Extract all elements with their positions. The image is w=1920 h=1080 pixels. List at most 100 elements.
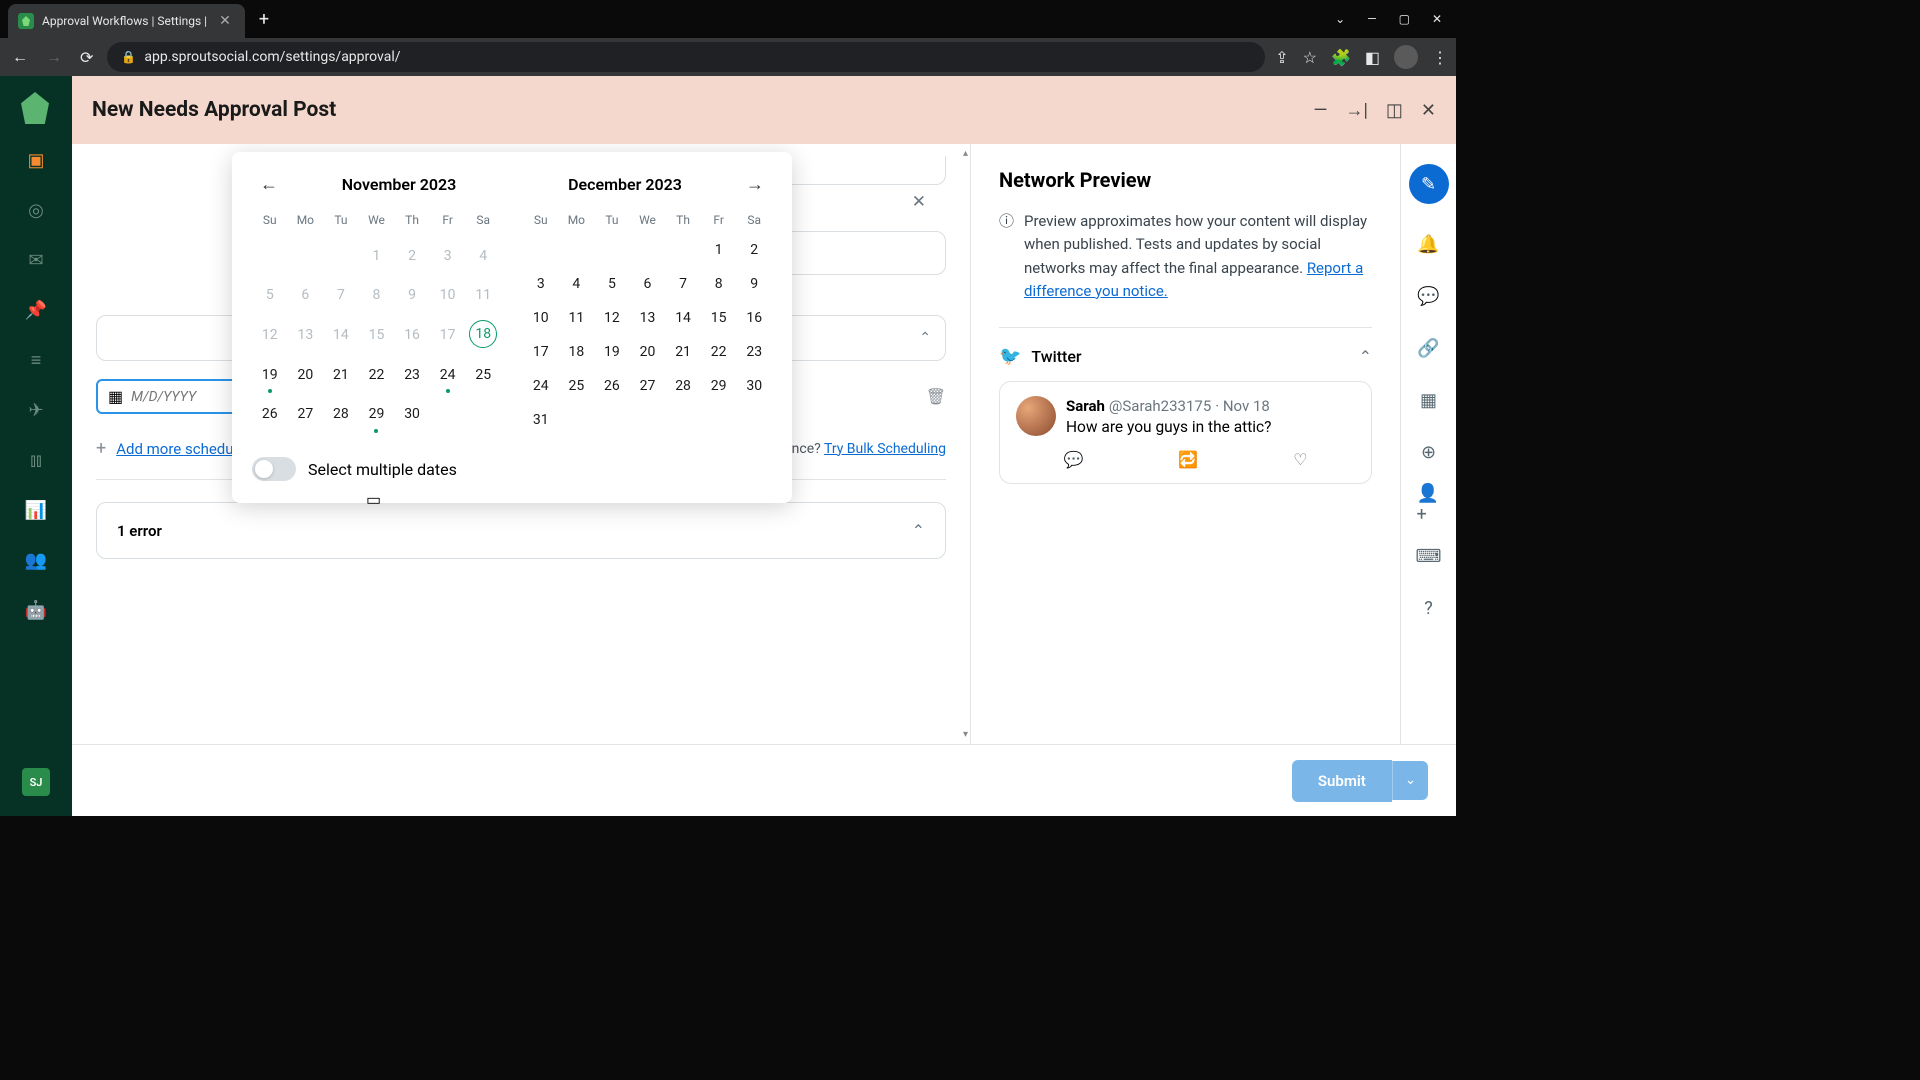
calendar-day[interactable]: 7 [665,269,701,299]
calendar-day[interactable]: 30 [736,371,772,401]
nav-analytics-icon[interactable]: ⫾⫾ [24,448,48,472]
calendar-day[interactable]: 9 [394,280,430,316]
close-icon[interactable]: ✕ [912,192,926,212]
calendar-day[interactable]: 5 [252,280,288,316]
chevron-down-icon[interactable]: ⌄ [1335,12,1345,26]
calendar-day[interactable]: 30 [394,399,430,435]
calendar-day[interactable]: 13 [288,320,324,356]
calendar-day[interactable]: 28 [323,399,359,435]
like-icon[interactable]: ♡ [1293,450,1307,469]
calendar-day[interactable]: 24 [430,360,466,396]
calendar-day[interactable]: 23 [736,337,772,367]
calendar-day[interactable]: 20 [288,360,324,396]
calendar-day[interactable]: 25 [465,360,501,396]
help-icon[interactable]: ? [1417,596,1441,620]
calendar-day[interactable]: 6 [630,269,666,299]
grid-icon[interactable]: ▦ [1417,388,1441,412]
close-panel-icon[interactable]: ✕ [1421,100,1436,121]
calendar-day[interactable]: 2 [394,241,430,277]
nav-bot-icon[interactable]: 🤖 [24,598,48,622]
keyboard-icon[interactable]: ⌨ [1417,544,1441,568]
compose-fab-button[interactable]: ✎ [1409,164,1449,204]
minimize-panel-icon[interactable]: — [1313,100,1327,121]
calendar-day[interactable]: 14 [323,320,359,356]
calendar-day[interactable]: 2 [736,235,772,265]
calendar-day[interactable]: 31 [523,405,559,435]
nav-reports-icon[interactable]: 📊 [24,498,48,522]
nav-people-icon[interactable]: 👥 [24,548,48,572]
calendar-day[interactable]: 29 [701,371,737,401]
calendar-day[interactable]: 21 [323,360,359,396]
calendar-day[interactable]: 15 [701,303,737,333]
url-bar[interactable]: 🔒 app.sproutsocial.com/settings/approval… [107,42,1265,72]
calendar-day[interactable]: 20 [630,337,666,367]
calendar-day[interactable]: 8 [359,280,395,316]
calendar-day[interactable]: 11 [559,303,595,333]
calendar-day[interactable]: 1 [359,241,395,277]
calendar-day[interactable]: 26 [594,371,630,401]
calendar-day[interactable]: 12 [252,320,288,356]
side-panel-icon[interactable]: ◧ [1365,48,1380,67]
multi-date-toggle[interactable] [252,457,296,481]
browser-tab[interactable]: Approval Workflows | Settings | ✕ [8,4,245,38]
maximize-icon[interactable]: ▢ [1399,12,1410,26]
calendar-day[interactable]: 19 [252,360,288,396]
calendar-day[interactable]: 12 [594,303,630,333]
calendar-day[interactable]: 22 [359,360,395,396]
calendar-day[interactable]: 18 [559,337,595,367]
extensions-icon[interactable]: 🧩 [1331,48,1351,67]
prev-month-button[interactable]: ← [252,170,286,199]
calendar-day[interactable]: 27 [288,399,324,435]
trash-icon[interactable]: 🗑 [926,387,946,406]
calendar-day[interactable]: 28 [665,371,701,401]
calendar-day[interactable]: 29 [359,399,395,435]
reload-button[interactable]: ⟳ [76,44,97,71]
submit-button[interactable]: Submit [1292,760,1392,802]
scroll-up-icon[interactable]: ▴ [963,148,968,159]
calendar-day[interactable]: 4 [559,269,595,299]
calendar-day[interactable]: 25 [559,371,595,401]
calendar-day[interactable]: 10 [523,303,559,333]
calendar-day[interactable]: 14 [665,303,701,333]
calendar-day[interactable]: 17 [430,320,466,356]
bulk-scheduling-link[interactable]: Try Bulk Scheduling [824,441,946,457]
next-month-button[interactable]: → [738,170,772,199]
browser-menu-icon[interactable]: ⋮ [1432,48,1448,67]
bookmark-icon[interactable]: ☆ [1303,48,1317,67]
bell-icon[interactable]: 🔔 [1417,232,1441,256]
calendar-day[interactable]: 17 [523,337,559,367]
calendar-day[interactable]: 3 [430,241,466,277]
add-item-icon[interactable]: ⊕ [1417,440,1441,464]
new-tab-button[interactable]: + [259,9,269,30]
profile-avatar-icon[interactable] [1394,45,1418,69]
forward-button[interactable]: → [42,43,66,71]
calendar-day[interactable]: 27 [630,371,666,401]
calendar-day[interactable]: 24 [523,371,559,401]
calendar-day[interactable]: 3 [523,269,559,299]
close-window-icon[interactable]: ✕ [1432,12,1442,26]
calendar-day[interactable]: 21 [665,337,701,367]
submit-dropdown-button[interactable]: ⌄ [1392,761,1428,800]
calendar-day[interactable]: 16 [394,320,430,356]
link-icon[interactable]: 🔗 [1417,336,1441,360]
calendar-day[interactable]: 1 [701,235,737,265]
calendar-day[interactable]: 5 [594,269,630,299]
calendar-day[interactable]: 19 [594,337,630,367]
calendar-day[interactable]: 8 [701,269,737,299]
calendar-day[interactable]: 7 [323,280,359,316]
share-icon[interactable]: ⇪ [1275,48,1288,67]
nav-compass-icon[interactable]: ◎ [24,198,48,222]
scroll-down-icon[interactable]: ▾ [963,729,968,740]
nav-feeds-icon[interactable]: ▣ [24,148,48,172]
chevron-up-icon[interactable]: ⌃ [919,330,931,346]
calendar-day[interactable]: 4 [465,241,501,277]
calendar-day[interactable]: 23 [394,360,430,396]
calendar-day[interactable]: 26 [252,399,288,435]
calendar-day[interactable]: 13 [630,303,666,333]
minimize-icon[interactable]: ― [1367,12,1376,26]
calendar-day[interactable]: 15 [359,320,395,356]
nav-send-icon[interactable]: ✈ [24,398,48,422]
calendar-day[interactable]: 11 [465,280,501,316]
back-button[interactable]: ← [8,43,32,71]
sprout-logo-icon[interactable] [21,92,51,122]
